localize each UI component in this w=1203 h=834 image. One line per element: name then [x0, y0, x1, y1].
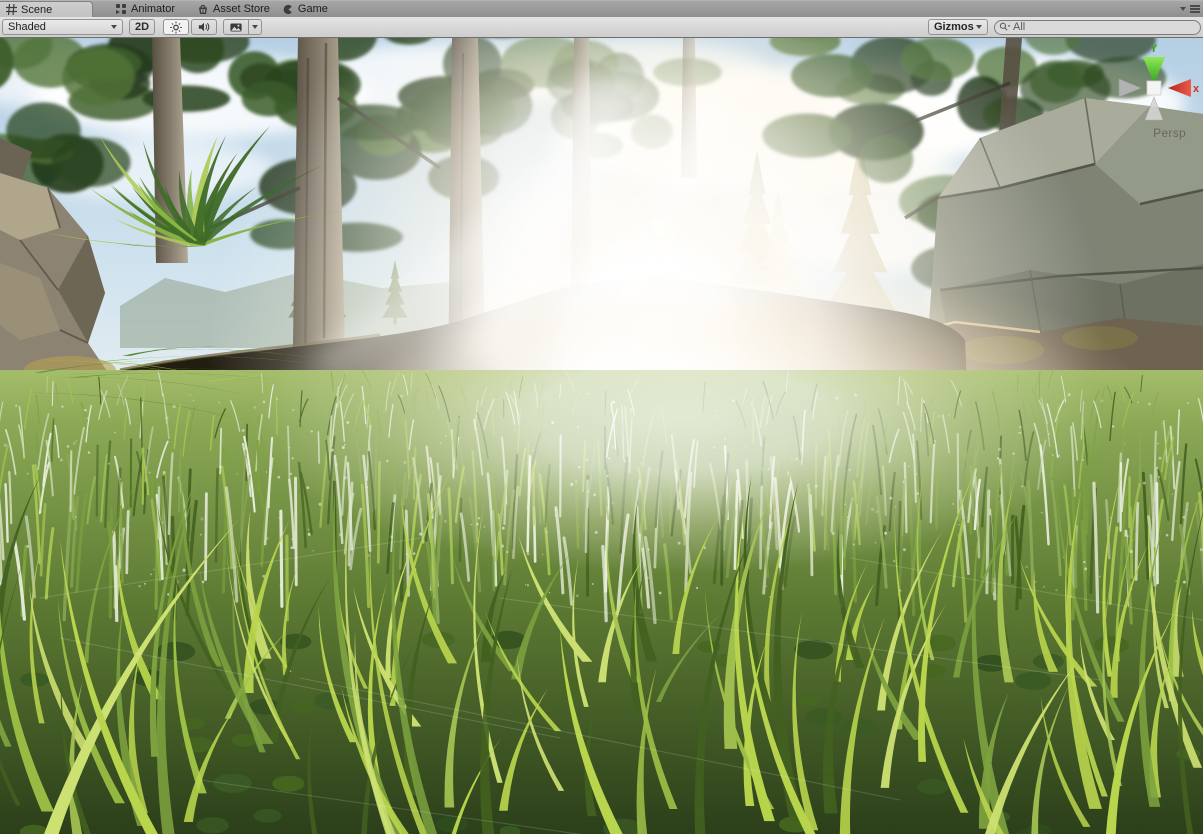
- gizmo-axis-x-cone[interactable]: [1168, 79, 1191, 97]
- scene-viewport[interactable]: Y x Persp: [0, 38, 1203, 834]
- panel-tab-bar: Scene Animator Asset Store: [0, 0, 1203, 17]
- sun-icon: [170, 21, 182, 33]
- scene-lighting-button[interactable]: [163, 19, 189, 35]
- toggle-2d-button[interactable]: 2D: [129, 19, 155, 35]
- toggle-2d-label: 2D: [135, 21, 149, 33]
- scene-effects-button[interactable]: [223, 19, 249, 35]
- chevron-down-icon: [976, 25, 982, 29]
- scene-grid-icon: [5, 4, 17, 16]
- game-icon: [282, 3, 294, 15]
- gizmo-center-cube[interactable]: [1147, 81, 1161, 95]
- horizon-glare: [250, 263, 1110, 573]
- tab-game[interactable]: Game: [282, 1, 328, 17]
- speaker-icon: [198, 21, 210, 33]
- gizmos-dropdown[interactable]: Gizmos: [928, 19, 988, 35]
- gizmo-axis-left-cone[interactable]: [1119, 79, 1141, 97]
- tab-animator[interactable]: Animator: [115, 1, 175, 17]
- asset-store-icon: [197, 3, 209, 15]
- animator-icon: [115, 3, 127, 15]
- gizmo-axis-down-cone[interactable]: [1145, 97, 1163, 120]
- orientation-gizmo[interactable]: Y x: [1107, 40, 1199, 140]
- draw-mode-label: Shaded: [8, 21, 46, 33]
- tab-scene[interactable]: Scene: [0, 1, 93, 17]
- panel-menu-icon[interactable]: [1190, 5, 1200, 13]
- tab-animator-label: Animator: [131, 3, 175, 15]
- gizmos-label: Gizmos: [934, 21, 974, 33]
- tab-game-label: Game: [298, 3, 328, 15]
- effects-dropdown-button[interactable]: [249, 19, 262, 35]
- tab-asset-store-label: Asset Store: [213, 3, 270, 15]
- image-icon: [230, 21, 242, 33]
- chevron-down-icon: [252, 25, 258, 29]
- chevron-down-icon: [111, 25, 117, 29]
- tab-asset-store[interactable]: Asset Store: [197, 1, 270, 17]
- search-input[interactable]: [1013, 21, 1194, 34]
- search-icon: [999, 21, 1011, 33]
- draw-mode-dropdown[interactable]: Shaded: [2, 19, 123, 35]
- tab-scene-label: Scene: [21, 4, 52, 16]
- gizmo-y-label: Y: [1150, 43, 1158, 55]
- scene-render: [0, 38, 1203, 834]
- gizmo-x-label: x: [1193, 83, 1199, 95]
- scene-audio-button[interactable]: [191, 19, 217, 35]
- projection-toggle[interactable]: Persp: [1153, 126, 1186, 140]
- gizmo-axis-y-cone[interactable]: [1143, 57, 1165, 84]
- panel-dropdown-icon[interactable]: [1180, 7, 1186, 11]
- search-field[interactable]: [994, 20, 1201, 35]
- scene-view-toolbar: Shaded 2D: [0, 17, 1203, 38]
- unity-editor-window: Scene Animator Asset Store: [0, 0, 1203, 834]
